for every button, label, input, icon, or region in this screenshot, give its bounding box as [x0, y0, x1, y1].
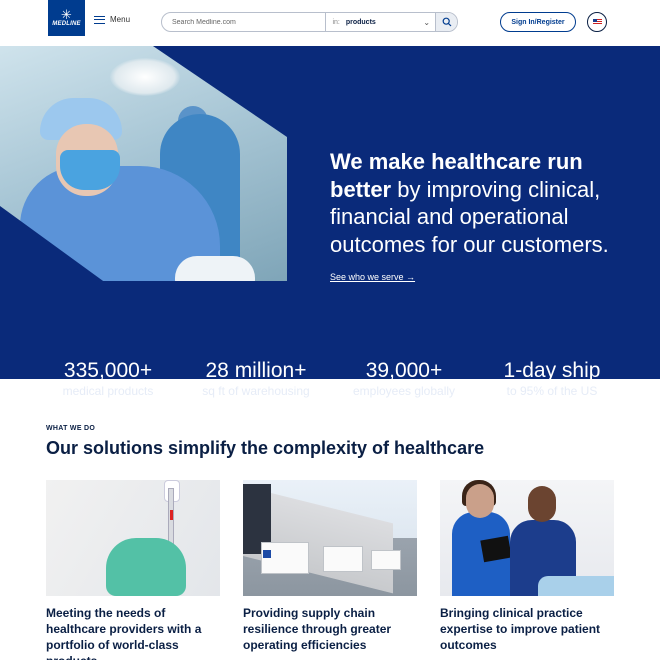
menu-button[interactable]: Menu [94, 15, 130, 24]
hamburger-icon [94, 15, 105, 24]
search-icon [442, 17, 451, 27]
card-title: Meeting the needs of healthcare provider… [46, 606, 202, 660]
chevron-down-icon: ⌄ [423, 17, 431, 27]
stat-value: 1-day ship [503, 359, 601, 382]
stat-value: 335,000+ [63, 359, 153, 382]
stat-item: 39,000+ employees globally [334, 358, 474, 399]
search-input[interactable] [162, 13, 326, 31]
card-title: Providing supply chain resilience throug… [243, 606, 392, 652]
search-scope-select[interactable]: in: products ⌄ [325, 13, 435, 31]
hero-image-surgeon [0, 46, 287, 281]
site-header: ✳ MEDLINE Menu in: products ⌄ Sign In/Re… [0, 0, 660, 46]
stat-item: 28 million+ sq ft of warehousing [186, 358, 326, 399]
solution-card-products[interactable]: Meeting the needs of healthcare provider… [46, 480, 220, 660]
section-title: Our solutions simplify the complexity of… [46, 438, 485, 458]
card-image-iv-catheter [46, 480, 220, 596]
hero-section: We make healthcare run better by improvi… [0, 46, 660, 398]
us-flag-icon [592, 19, 602, 25]
stat-label: sq ft of warehousing [202, 384, 310, 398]
section-eyebrow: WHAT WE DO [46, 425, 96, 432]
sign-in-button[interactable]: Sign In/Register [500, 12, 576, 32]
stat-label: employees globally [352, 384, 456, 398]
see-who-we-serve-link[interactable]: See who we serve → [330, 272, 415, 282]
search-bar: in: products ⌄ [161, 12, 458, 32]
medline-logo[interactable]: ✳ MEDLINE [48, 0, 85, 36]
stat-label: to 95% of the US [506, 384, 598, 398]
locale-selector[interactable] [587, 12, 607, 32]
logo-wordmark: MEDLINE [52, 21, 81, 27]
hero-headline: We make healthcare run better by improvi… [330, 148, 630, 258]
menu-label: Menu [110, 15, 131, 24]
solution-cards: Meeting the needs of healthcare provider… [46, 480, 614, 660]
stats-row: 335,000+ medical products 28 million+ sq… [0, 358, 660, 399]
scope-value: products [345, 18, 376, 26]
stat-item: 335,000+ medical products [38, 358, 178, 399]
stat-value: 28 million+ [205, 359, 307, 382]
scope-prefix: in: [332, 18, 340, 26]
solution-card-clinical[interactable]: Bringing clinical practice expertise to … [440, 480, 614, 660]
stat-value: 39,000+ [365, 359, 443, 382]
star-of-life-icon: ✳ [61, 7, 72, 22]
card-image-nurses [440, 480, 614, 596]
card-title: Bringing clinical practice expertise to … [440, 606, 601, 652]
stat-label: medical products [62, 384, 154, 398]
search-button[interactable] [435, 13, 457, 31]
solution-card-supply-chain[interactable]: Providing supply chain resilience throug… [243, 480, 417, 660]
card-image-trucks [243, 480, 417, 596]
stat-item: 1-day ship to 95% of the US [482, 358, 622, 399]
